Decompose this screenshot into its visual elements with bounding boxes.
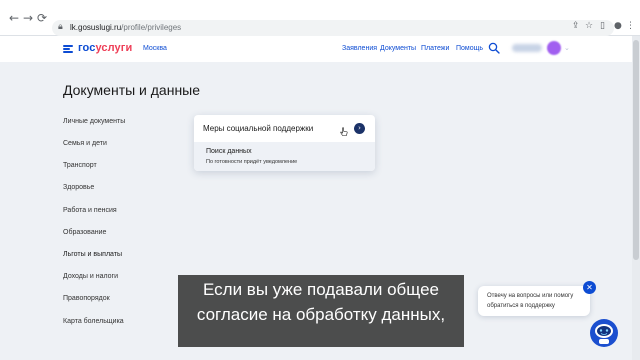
sidebar-item-benefits[interactable]: Льготы и выплаты — [63, 251, 122, 258]
sidebar-item-work[interactable]: Работа и пенсия — [63, 207, 117, 214]
sidebar-item-personal-docs[interactable]: Личные документы — [63, 118, 125, 125]
gosuslugi-logo[interactable]: госуслуги — [78, 42, 132, 54]
chevron-right-icon[interactable]: › — [354, 123, 365, 134]
sidebar-item-transport[interactable]: Транспорт — [63, 162, 97, 169]
scrollbar-thumb[interactable] — [633, 40, 639, 260]
sidebar-item-income[interactable]: Доходы и налоги — [63, 273, 118, 280]
star-icon[interactable]: ☆ — [585, 21, 593, 31]
sidebar-item-health[interactable]: Здоровье — [63, 184, 94, 191]
reload-icon[interactable]: ⟳ — [32, 8, 52, 28]
profile-icon[interactable]: ● — [614, 21, 622, 31]
burger-menu-icon[interactable] — [63, 45, 73, 53]
nav-documents[interactable]: Документы — [380, 45, 416, 52]
avatar[interactable] — [547, 41, 561, 55]
address-bar[interactable]: 🔒︎ lk.gosuslugi.ru/profile/privileges — [52, 20, 614, 36]
browser-toolbar: ← → ⟳ 🔒︎ lk.gosuslugi.ru/profile/privile… — [0, 0, 640, 36]
sidebar-icon[interactable]: ▯ — [600, 21, 605, 31]
url-text: lk.gosuslugi.ru/profile/privileges — [70, 23, 182, 32]
card-header[interactable]: Меры социальной поддержки › — [194, 115, 375, 142]
card-note: По готовности придёт уведомление — [206, 159, 298, 165]
sidebar-item-law[interactable]: Правопорядок — [63, 295, 110, 302]
subtitle-line-2: согласие на обработку данных, — [196, 305, 446, 324]
support-measures-card[interactable]: Меры социальной поддержки › Поиск данных… — [194, 115, 375, 171]
menu-dots-icon[interactable]: ⋮ — [626, 21, 635, 31]
chevron-down-icon[interactable]: ⌄ — [564, 44, 570, 52]
nav-payments[interactable]: Платежи — [421, 45, 449, 52]
card-status: Поиск данных — [206, 148, 252, 155]
chat-hint-bubble[interactable]: Отвечу на вопросы или помогу обратиться … — [478, 286, 590, 316]
page-title: Документы и данные — [63, 82, 201, 98]
city-selector[interactable]: Москва — [143, 45, 167, 52]
card-title: Меры социальной поддержки — [203, 124, 314, 133]
robot-assistant-icon[interactable] — [589, 318, 619, 348]
search-icon[interactable] — [488, 42, 500, 54]
hand-cursor-icon — [340, 127, 348, 136]
nav-help[interactable]: Помощь — [456, 45, 483, 52]
card-status-panel: Поиск данных По готовности придёт уведом… — [194, 142, 375, 171]
share-icon[interactable]: ⇪ — [572, 21, 580, 31]
lock-icon: 🔒︎ — [58, 22, 63, 32]
close-icon[interactable]: ✕ — [583, 281, 596, 294]
nav-applications[interactable]: Заявления — [342, 45, 377, 52]
subtitle-line-1: Если вы уже подавали общее — [203, 280, 439, 299]
video-subtitles: Если вы уже подавали общее согласие на о… — [178, 275, 464, 347]
site-header: госуслуги Москва Заявления Документы Пла… — [0, 36, 640, 62]
user-name-blurred[interactable] — [512, 44, 542, 52]
chat-hint-line-2: обратиться в поддержку — [487, 303, 555, 309]
chat-hint-line-1: Отвечу на вопросы или помогу — [487, 293, 574, 299]
sidebar-item-education[interactable]: Образование — [63, 229, 106, 236]
sidebar-item-family[interactable]: Семья и дети — [63, 140, 107, 147]
sidebar-item-fan-card[interactable]: Карта болельщика — [63, 318, 124, 325]
